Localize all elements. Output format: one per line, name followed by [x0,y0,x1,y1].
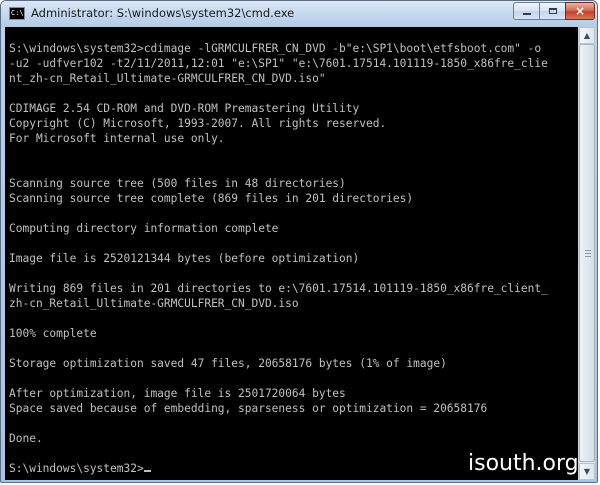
console-line: Computing directory information complete [9,222,279,235]
scroll-thumb[interactable] [579,44,595,462]
vertical-scrollbar[interactable]: ▲ ▼ [578,27,595,480]
console-line: Space saved because of embedding, sparse… [9,402,488,415]
maximize-button[interactable] [539,2,565,20]
close-button[interactable]: × [565,2,595,20]
text-cursor [143,470,151,472]
console-line: CDIMAGE 2.54 CD-ROM and DVD-ROM Premaste… [9,102,360,115]
console-line: After optimization, image file is 250172… [9,387,346,400]
console-line: zh-cn_Retail_Ultimate-GRMCULFRER_CN_DVD.… [9,297,299,310]
console-line: 100% complete [9,327,97,340]
command-prompt[interactable]: S:\windows\system32> [9,462,144,475]
close-icon: × [574,4,586,18]
maximize-icon [548,8,557,14]
scroll-down-button[interactable]: ▼ [579,463,595,480]
arrow-down-icon: ▼ [583,467,591,476]
scroll-up-button[interactable]: ▲ [579,27,595,44]
minimize-button[interactable] [513,2,539,20]
console-line: For Microsoft internal use only. [9,132,225,145]
console-line: Scanning source tree complete (869 files… [9,192,414,205]
cmd-app-icon[interactable]: C:\ [9,7,25,20]
console-text: S:\windows\system32>cdimage -lGRMCULFRER… [5,27,578,476]
console-line: Writing 869 files in 201 directories to … [9,282,548,295]
console-line: nt_zh-cn_Retail_Ultimate-GRMCULFRER_CN_D… [9,72,326,85]
console-line: Storage optimization saved 47 files, 206… [9,357,447,370]
title-bar[interactable]: C:\ Administrator: S:\windows\system32\c… [1,1,597,27]
console-output[interactable]: S:\windows\system32>cdimage -lGRMCULFRER… [5,27,578,480]
console-line: S:\windows\system32>cdimage -lGRMCULFRER… [9,42,542,55]
grip-icon [585,250,591,258]
console-line: Image file is 2520121344 bytes (before o… [9,252,360,265]
console-line: -u2 -udfver102 -t2/11/2011,12:01 "e:\SP1… [9,57,548,70]
console-line: Copyright (C) Microsoft, 1993-2007. All … [9,117,387,130]
minimize-icon [522,13,531,15]
arrow-up-icon: ▲ [583,31,591,40]
window-title: Administrator: S:\windows\system32\cmd.e… [31,6,295,20]
console-line: Scanning source tree (500 files in 48 di… [9,177,346,190]
cmd-window: C:\ Administrator: S:\windows\system32\c… [0,0,598,483]
watermark-text: isouth.org [468,451,579,476]
console-line: Done. [9,432,43,445]
